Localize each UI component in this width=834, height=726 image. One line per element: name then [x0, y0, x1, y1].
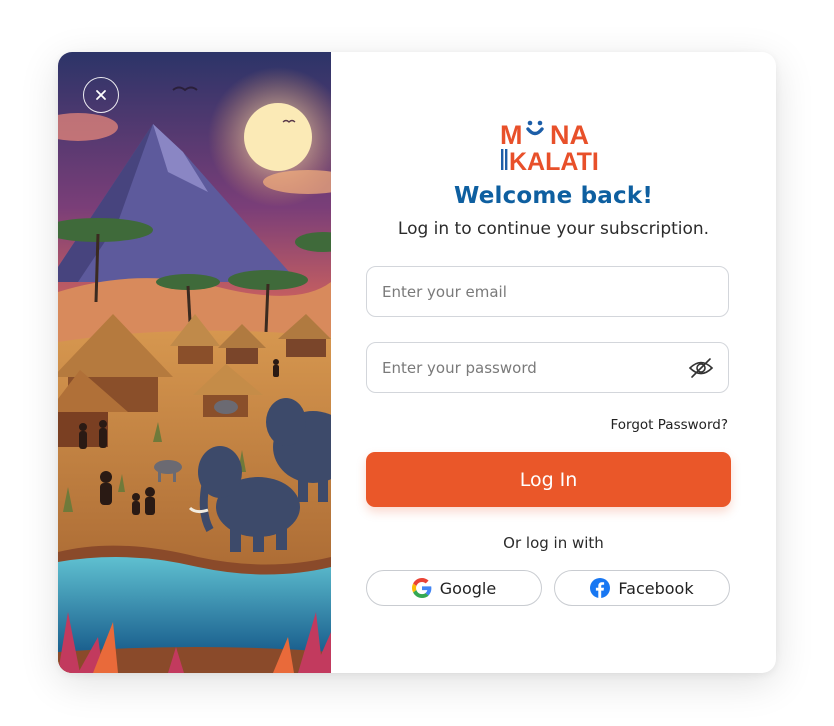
password-field[interactable]: [366, 342, 729, 393]
svg-text:M: M: [500, 120, 523, 150]
email-field[interactable]: [366, 266, 729, 317]
close-icon: [96, 90, 106, 100]
email-input[interactable]: [367, 267, 672, 316]
page-subtitle: Log in to continue your subscription.: [397, 219, 710, 239]
password-input[interactable]: [367, 343, 672, 392]
google-login-button[interactable]: Google: [366, 570, 542, 606]
facebook-login-button[interactable]: Facebook: [554, 570, 730, 606]
savanna-illustration: [58, 52, 331, 673]
logo-wordmark-line1: MUNA: [499, 174, 500, 175]
facebook-label: Facebook: [618, 578, 694, 598]
page-title: Welcome back!: [453, 183, 654, 209]
brand-logo: M NA KALATI MUNA KALATI: [499, 118, 603, 174]
close-button[interactable]: [83, 77, 119, 113]
google-icon: [411, 578, 432, 598]
svg-text:NA: NA: [550, 120, 589, 150]
logo-wordmark-line2: KALATI: [499, 174, 500, 175]
login-button[interactable]: Log In: [366, 452, 731, 507]
social-divider-label: Or log in with: [503, 534, 604, 552]
login-modal: M NA KALATI MUNA KALATI Welcome back! Lo…: [58, 52, 776, 673]
facebook-icon: [590, 578, 611, 598]
eye-off-icon[interactable]: [688, 356, 714, 380]
google-label: Google: [439, 578, 497, 598]
login-panel: M NA KALATI MUNA KALATI Welcome back! Lo…: [331, 52, 776, 673]
svg-text:KALATI: KALATI: [509, 148, 599, 174]
forgot-password-link[interactable]: Forgot Password?: [611, 417, 729, 433]
